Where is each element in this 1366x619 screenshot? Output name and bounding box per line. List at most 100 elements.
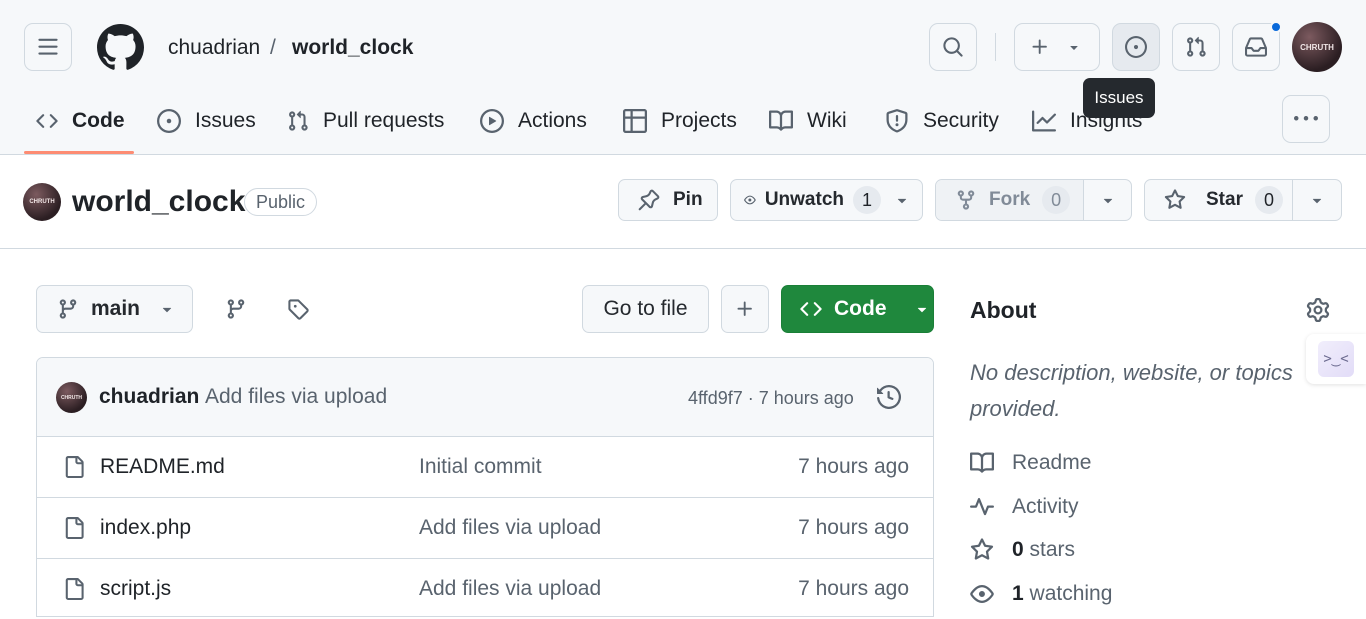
fork-dropdown-button[interactable]: [1083, 180, 1131, 220]
user-avatar[interactable]: CHRUTH: [1292, 22, 1342, 72]
tab-issues[interactable]: Issues: [157, 104, 256, 138]
kebab-horizontal-icon: [1294, 116, 1318, 121]
go-to-file-label: Go to file: [603, 297, 688, 320]
file-time: 7 hours ago: [798, 577, 909, 600]
star-button[interactable]: Star 0: [1145, 180, 1292, 220]
activity-link[interactable]: Activity: [970, 495, 1079, 519]
star-dropdown-button[interactable]: [1292, 180, 1341, 220]
description-line: provided.: [970, 396, 1061, 421]
history-button[interactable]: [873, 381, 905, 413]
fork-label: Fork: [989, 189, 1031, 210]
about-settings-button[interactable]: [1302, 294, 1334, 326]
search-button[interactable]: [929, 23, 977, 71]
tab-security[interactable]: Security: [885, 104, 999, 138]
tab-label: Security: [923, 109, 999, 132]
search-icon: [943, 37, 963, 57]
add-file-button[interactable]: [721, 285, 769, 333]
history-icon: [877, 385, 901, 409]
branches-button[interactable]: [214, 286, 258, 332]
commit-author[interactable]: chuadrian: [99, 385, 199, 409]
tag-icon: [288, 299, 309, 320]
stars-link[interactable]: 0 stars: [970, 538, 1075, 562]
watching-count: 1: [1012, 582, 1024, 605]
repo-forked-icon: [957, 190, 975, 210]
tags-button[interactable]: [276, 286, 320, 332]
tab-wiki[interactable]: Wiki: [769, 104, 847, 138]
issue-opened-icon: [1125, 36, 1147, 58]
stars-text: 0 stars: [1012, 538, 1075, 562]
star-counter: 0: [1254, 186, 1283, 214]
code-button[interactable]: Code: [781, 285, 934, 333]
commit-message[interactable]: Add files via upload: [205, 385, 387, 409]
latest-commit-bar: CHRUTH chuadrian Add files via upload 4f…: [37, 358, 933, 436]
more-tabs-button[interactable]: [1282, 95, 1330, 143]
breadcrumb-repo[interactable]: world_clock: [292, 34, 413, 62]
pull-requests-button[interactable]: [1172, 23, 1220, 71]
commit-hash-time[interactable]: 4ffd9f7 · 7 hours ago: [688, 388, 854, 409]
stars-label: stars: [1029, 538, 1076, 561]
file-name[interactable]: README.md: [100, 455, 225, 479]
create-new-button[interactable]: [1014, 23, 1100, 71]
about-description: No description, website, or topics provi…: [970, 355, 1315, 427]
tooltip-text: Issues: [1094, 88, 1144, 107]
menu-button[interactable]: [24, 23, 72, 71]
readme-label: Readme: [1012, 451, 1092, 474]
branch-name: main: [91, 297, 141, 320]
avatar-text: CHRUTH: [60, 394, 83, 401]
watching-link[interactable]: 1 watching: [970, 582, 1112, 606]
stars-count: 0: [1012, 538, 1024, 561]
tab-actions[interactable]: Actions: [480, 104, 587, 138]
unwatch-button[interactable]: Unwatch 1: [731, 180, 881, 220]
tooltip: Issues: [1083, 78, 1155, 118]
star-label: Star: [1206, 189, 1243, 210]
pin-label: Pin: [673, 189, 703, 210]
book-icon: [769, 110, 793, 131]
book-icon: [970, 452, 994, 473]
pin-button[interactable]: Pin: [618, 179, 718, 221]
file-icon: [65, 578, 84, 600]
github-logo-icon[interactable]: [97, 24, 144, 71]
watching-label: watching: [1029, 582, 1113, 605]
tab-projects[interactable]: Projects: [623, 104, 737, 138]
table-row: index.php Add files via upload 7 hours a…: [37, 497, 933, 558]
app-header: chuadrian / world_clock CHRUTH Issues Co…: [0, 0, 1366, 155]
unwatch-label: Unwatch: [764, 189, 844, 210]
tab-label: Code: [72, 109, 125, 132]
readme-link[interactable]: Readme: [970, 451, 1091, 475]
commit-author-avatar[interactable]: CHRUTH: [56, 382, 87, 413]
floating-extension-button[interactable]: >‿<: [1306, 334, 1366, 384]
file-name[interactable]: script.js: [100, 577, 171, 601]
fork-button-group: Fork 0: [935, 179, 1132, 221]
fork-button[interactable]: Fork 0: [936, 180, 1083, 220]
file-commit-message[interactable]: Initial commit: [419, 455, 542, 479]
inbox-icon: [1245, 37, 1267, 57]
plus-icon: [737, 301, 752, 316]
triangle-down-icon: [1103, 198, 1112, 204]
file-commit-message[interactable]: Add files via upload: [419, 516, 601, 540]
avatar-text: CHRUTH: [1300, 42, 1334, 52]
tab-label: Actions: [518, 109, 587, 132]
watch-dropdown-button[interactable]: [881, 180, 922, 220]
repo-name[interactable]: world_clock: [72, 183, 245, 221]
code-icon: [36, 114, 58, 128]
file-time: 7 hours ago: [798, 516, 909, 539]
go-to-file-button[interactable]: Go to file: [582, 285, 709, 333]
git-branch-icon: [59, 299, 77, 319]
activity-label: Activity: [1012, 495, 1079, 518]
file-icon: [65, 456, 84, 478]
file-commit-message[interactable]: Add files via upload: [419, 577, 601, 601]
star-icon: [1164, 189, 1186, 209]
tab-code[interactable]: Code: [36, 104, 125, 138]
tab-label: Issues: [195, 109, 256, 132]
file-name[interactable]: index.php: [100, 516, 191, 540]
breadcrumb-owner[interactable]: chuadrian: [168, 34, 260, 62]
plus-icon: [1032, 39, 1047, 54]
issues-button[interactable]: [1112, 23, 1160, 71]
repo-owner-avatar[interactable]: CHRUTH: [23, 183, 61, 221]
about-title: About: [970, 297, 1037, 323]
branch-select-button[interactable]: main: [36, 285, 193, 333]
tab-label: Projects: [661, 109, 737, 132]
pin-icon: [638, 189, 660, 211]
watch-counter: 1: [853, 186, 881, 214]
tab-pull-requests[interactable]: Pull requests: [287, 104, 444, 138]
